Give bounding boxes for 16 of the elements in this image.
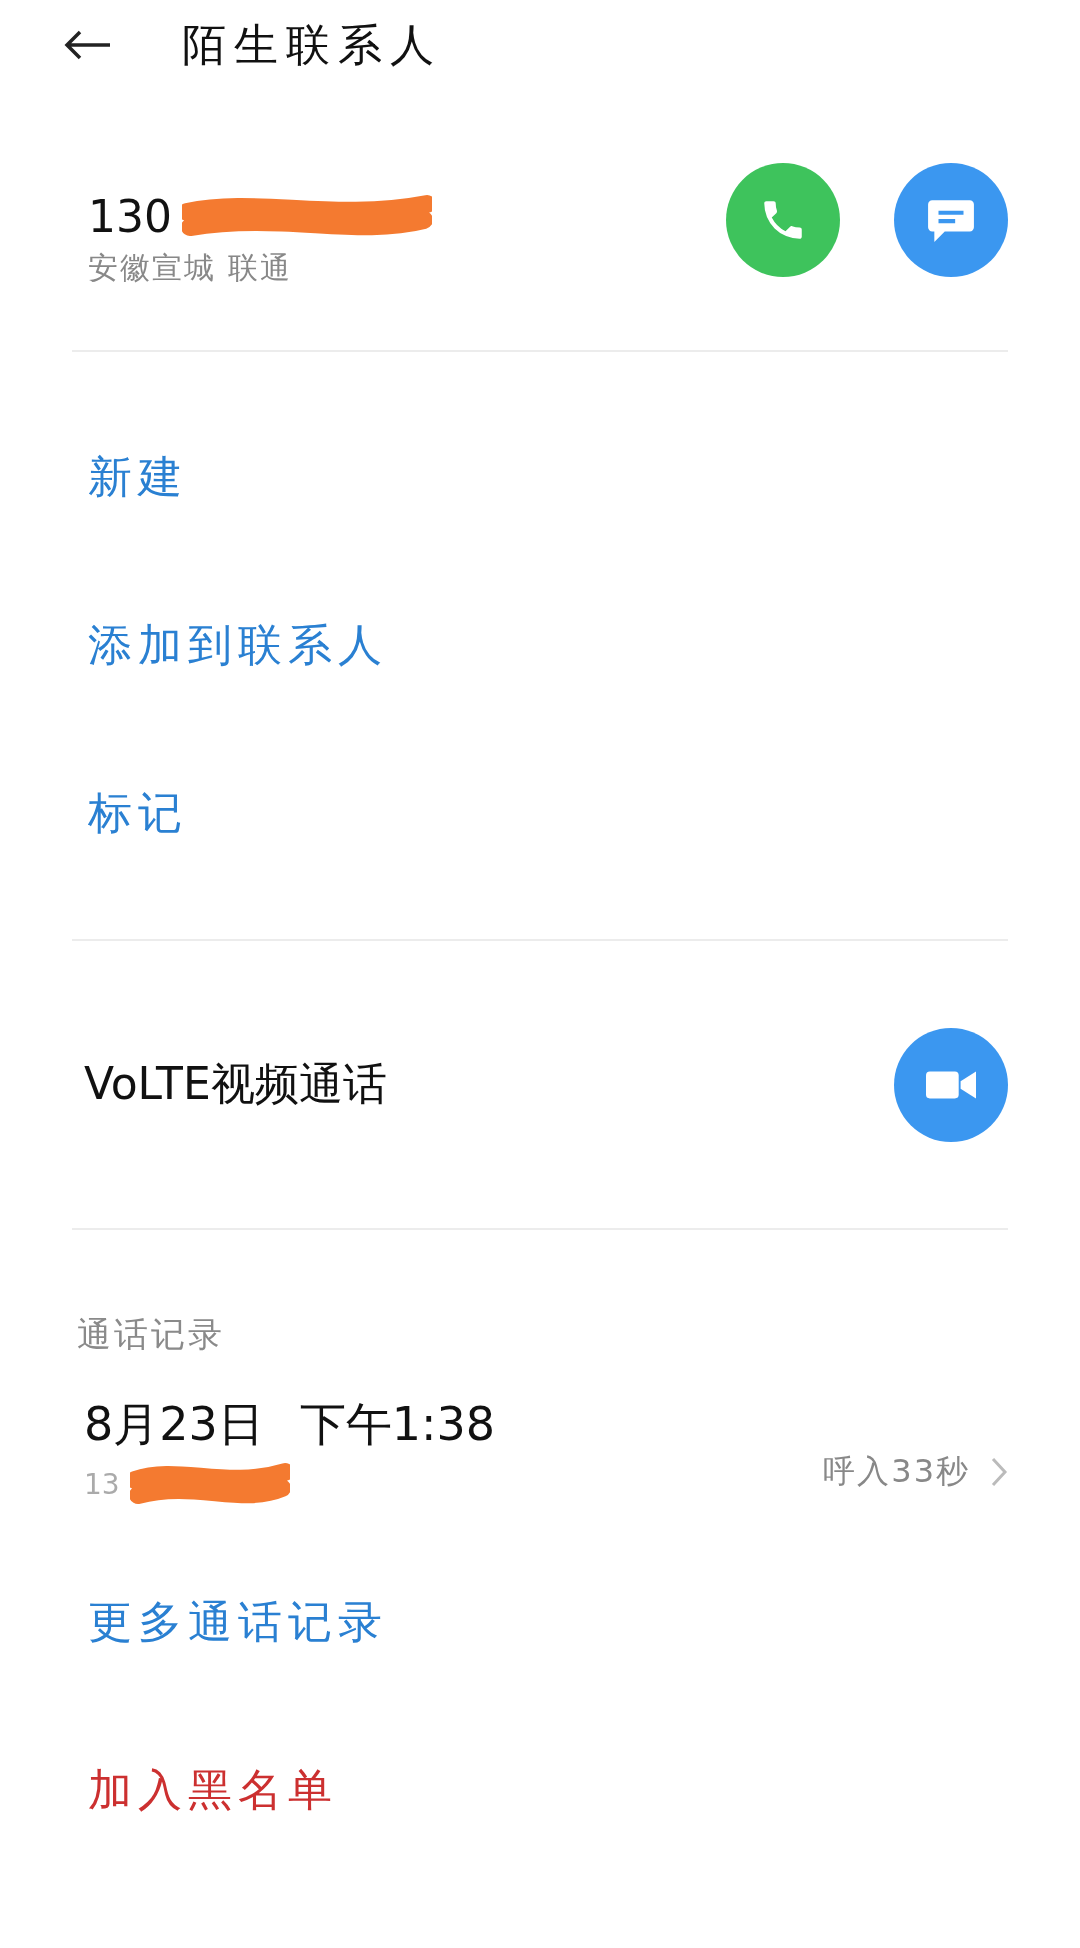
back-arrow-icon[interactable] — [64, 30, 112, 60]
action-link[interactable]: 添加到联系人 — [0, 561, 1080, 729]
call-time: 下午1:38 — [299, 1395, 496, 1453]
number-location: 安徽宣城 联通 — [88, 249, 293, 287]
call-number: 13 — [84, 1468, 120, 1501]
call-detail: 呼入33秒 — [823, 1450, 970, 1492]
video-call-label: VoLTE视频通话 — [84, 1057, 387, 1111]
action-link[interactable]: 新建 — [0, 393, 1080, 561]
action-link[interactable]: 标记 — [0, 729, 1080, 897]
blacklist-link[interactable]: 加入黑名单 — [0, 1706, 1080, 1874]
page-title: 陌生联系人 — [182, 17, 442, 72]
phone-number: 130 — [88, 191, 172, 242]
more-call-log-link[interactable]: 更多通话记录 — [0, 1538, 1080, 1706]
call-date: 8月23日 — [84, 1395, 264, 1453]
chevron-right-icon[interactable] — [990, 1455, 1008, 1488]
section-heading: 通话记录 — [77, 1313, 225, 1356]
